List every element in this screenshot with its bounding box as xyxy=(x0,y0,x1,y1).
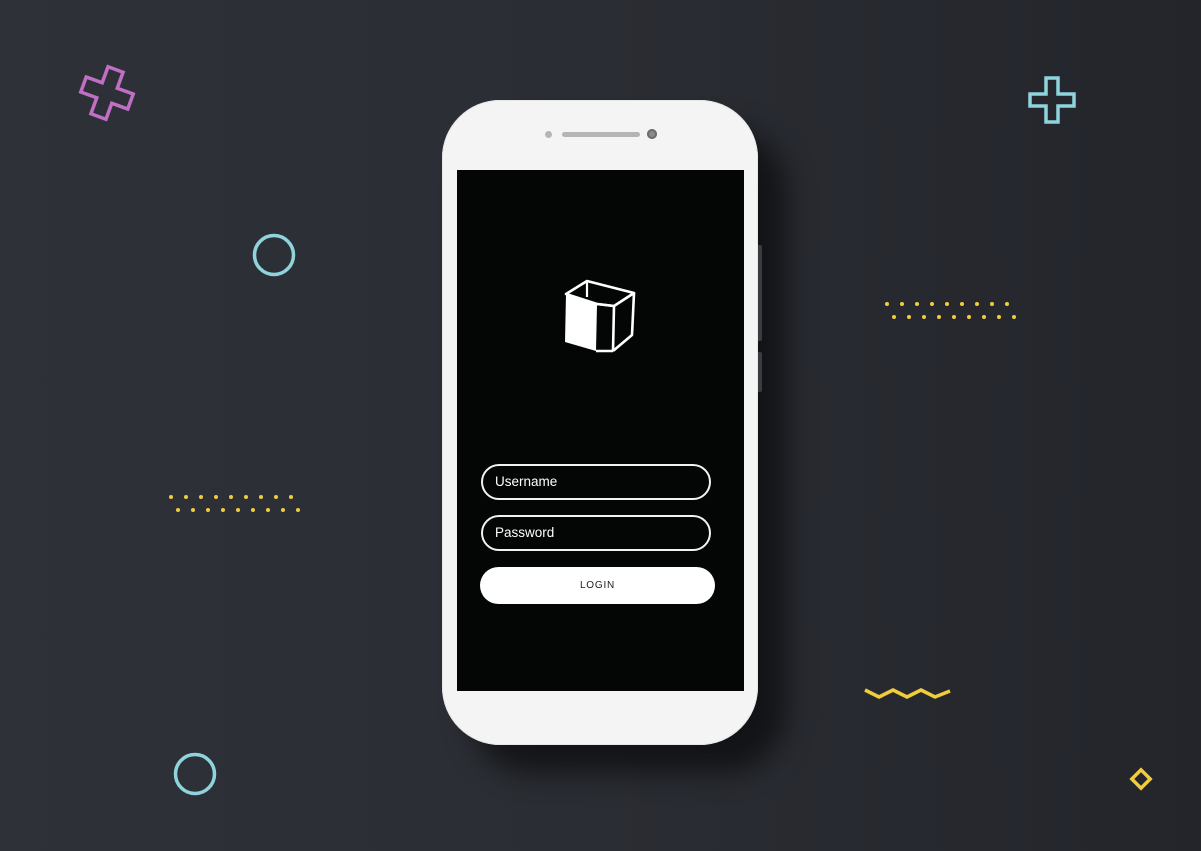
username-field[interactable]: Username xyxy=(481,464,711,500)
cyan-circle-icon xyxy=(173,752,217,796)
login-button[interactable]: LOGIN xyxy=(480,567,715,604)
cyan-plus-icon xyxy=(1028,76,1076,124)
password-field[interactable]: Password xyxy=(481,515,711,551)
yellow-dotted-line xyxy=(885,302,1016,319)
yellow-dotted-line xyxy=(169,495,300,512)
phone-volume-button xyxy=(758,245,762,341)
open-cube-icon xyxy=(564,279,636,353)
phone-mockup: Username Password LOGIN xyxy=(442,100,758,745)
app-screen: Username Password LOGIN xyxy=(457,170,744,691)
background-scene: Username Password LOGIN xyxy=(0,0,1201,851)
phone-camera xyxy=(647,129,657,139)
yellow-diamond-icon xyxy=(1129,767,1153,791)
cyan-circle-icon xyxy=(252,233,296,277)
phone-speaker xyxy=(562,132,640,137)
phone-sensor xyxy=(545,131,552,138)
yellow-zigzag-line xyxy=(864,688,951,699)
phone-power-button xyxy=(758,352,762,392)
pink-plus-icon xyxy=(78,64,136,122)
